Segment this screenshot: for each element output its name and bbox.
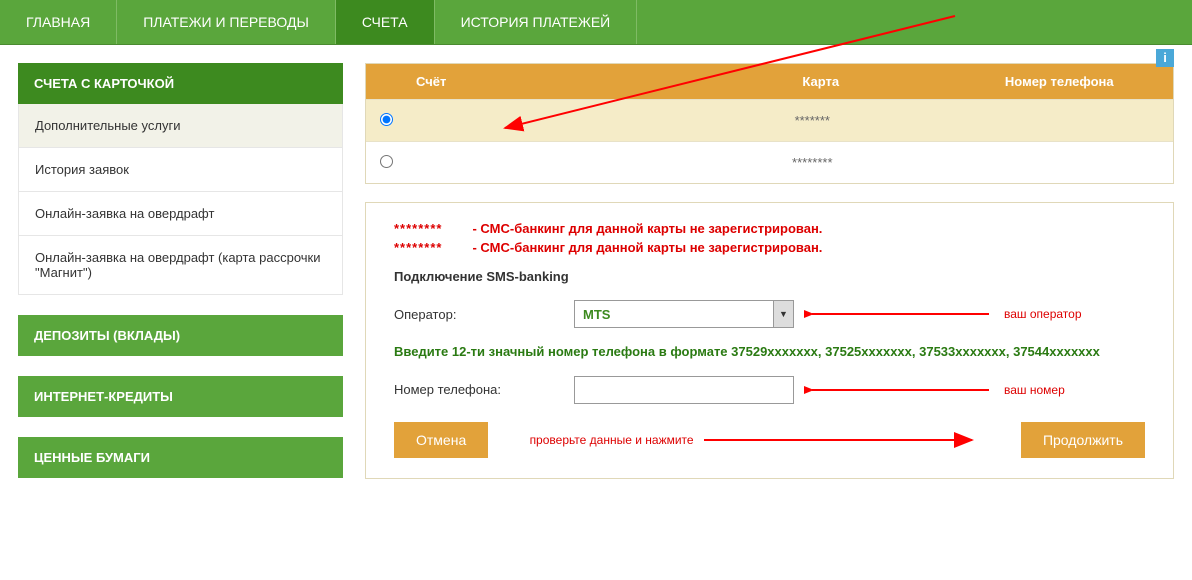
col-header-phone: Номер телефона — [946, 64, 1173, 99]
continue-button[interactable]: Продолжить — [1021, 422, 1145, 458]
chevron-down-icon[interactable]: ▼ — [773, 301, 793, 327]
table-row[interactable]: ******** — [366, 141, 1173, 183]
sidebar-item-request-history[interactable]: История заявок — [18, 148, 343, 192]
annotation-operator-text: ваш оператор — [1004, 307, 1082, 321]
card-mask: ******** — [684, 145, 940, 180]
warning-text: - СМС-банкинг для данной карты не зареги… — [472, 240, 822, 255]
card-mask: ******* — [684, 103, 940, 138]
nav-main[interactable]: ГЛАВНАЯ — [0, 0, 117, 44]
operator-row: Оператор: MTS ▼ ваш оператор — [394, 300, 1145, 328]
sidebar: СЧЕТА С КАРТОЧКОЙ Дополнительные услуги … — [18, 63, 343, 478]
phone-label: Номер телефона: — [394, 382, 564, 397]
sidebar-block-credits[interactable]: ИНТЕРНЕТ-КРЕДИТЫ — [18, 376, 343, 417]
warning-mask: ******** — [394, 221, 442, 236]
sidebar-head-accounts-card[interactable]: СЧЕТА С КАРТОЧКОЙ — [18, 63, 343, 104]
top-nav: ГЛАВНАЯ ПЛАТЕЖИ И ПЕРЕВОДЫ СЧЕТА ИСТОРИЯ… — [0, 0, 1192, 45]
sidebar-item-extra-services[interactable]: Дополнительные услуги — [18, 104, 343, 148]
nav-history[interactable]: ИСТОРИЯ ПЛАТЕЖЕЙ — [435, 0, 638, 44]
annotation-check-text: проверьте данные и нажмите — [530, 433, 694, 447]
col-header-card: Карта — [696, 64, 946, 99]
operator-label: Оператор: — [394, 307, 564, 322]
annotation-arrow-phone — [804, 380, 994, 400]
cancel-button[interactable]: Отмена — [394, 422, 488, 458]
sidebar-item-overdraft[interactable]: Онлайн-заявка на овердрафт — [18, 192, 343, 236]
warning-mask: ******** — [394, 240, 442, 255]
table-row[interactable]: ******* — [366, 99, 1173, 141]
sidebar-item-overdraft-magnit[interactable]: Онлайн-заявка на овердрафт (карта рассро… — [18, 236, 343, 295]
annotation-arrow-operator — [804, 304, 994, 324]
sidebar-block-deposits[interactable]: ДЕПОЗИТЫ (ВКЛАДЫ) — [18, 315, 343, 356]
warning-line: ******** - СМС-банкинг для данной карты … — [394, 221, 1145, 236]
warning-line: ******** - СМС-банкинг для данной карты … — [394, 240, 1145, 255]
row-radio[interactable] — [380, 113, 393, 126]
nav-accounts[interactable]: СЧЕТА — [336, 0, 435, 44]
accounts-table: Счёт Карта Номер телефона ******* ******… — [365, 63, 1174, 184]
nav-payments[interactable]: ПЛАТЕЖИ И ПЕРЕВОДЫ — [117, 0, 336, 44]
operator-value: MTS — [583, 307, 610, 322]
info-icon[interactable]: i — [1156, 49, 1174, 67]
phone-format-hint: Введите 12-ти значный номер телефона в ф… — [394, 342, 1145, 362]
col-header-account: Счёт — [366, 64, 696, 99]
phone-input[interactable] — [574, 376, 794, 404]
main-content: i Счёт Карта Номер телефона ******* ****… — [365, 63, 1174, 479]
annotation-arrow-continue — [700, 431, 980, 449]
sms-section-title: Подключение SMS-banking — [394, 269, 1145, 284]
operator-select[interactable]: MTS ▼ — [574, 300, 794, 328]
row-radio[interactable] — [380, 155, 393, 168]
sms-panel: ******** - СМС-банкинг для данной карты … — [365, 202, 1174, 479]
sidebar-block-securities[interactable]: ЦЕННЫЕ БУМАГИ — [18, 437, 343, 478]
warning-text: - СМС-банкинг для данной карты не зареги… — [472, 221, 822, 236]
phone-row: Номер телефона: ваш номер — [394, 376, 1145, 404]
annotation-phone-text: ваш номер — [1004, 383, 1065, 397]
